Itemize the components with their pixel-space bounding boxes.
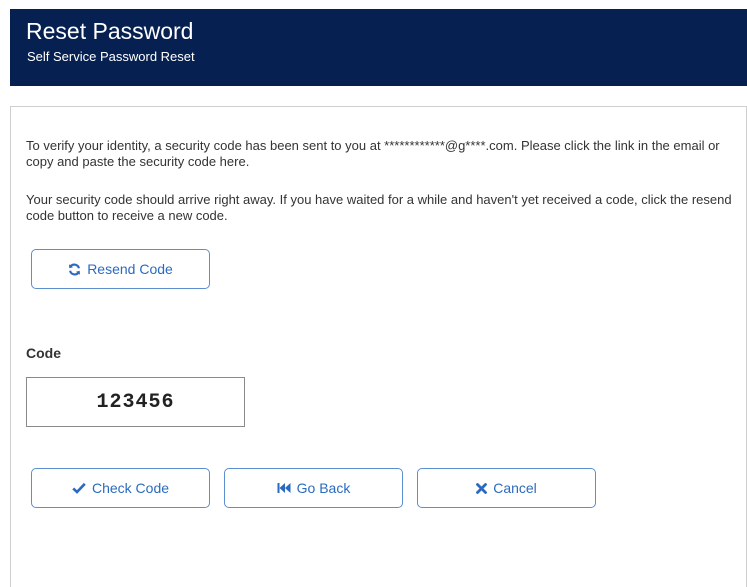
checkmark-icon	[72, 482, 86, 494]
refresh-icon	[68, 263, 81, 276]
go-back-label: Go Back	[296, 480, 351, 496]
resend-code-label: Resend Code	[87, 261, 173, 277]
page-subtitle: Self Service Password Reset	[27, 49, 195, 64]
resend-code-button[interactable]: Resend Code	[31, 249, 210, 289]
code-input[interactable]: 123456	[26, 377, 245, 427]
cancel-label: Cancel	[493, 480, 537, 496]
close-icon	[476, 482, 488, 494]
fast-backward-icon	[277, 482, 291, 494]
check-code-label: Check Code	[91, 480, 170, 496]
verify-instructions: To verify your identity, a security code…	[26, 138, 720, 169]
arrival-instructions: Your security code should arrive right a…	[26, 192, 732, 223]
page-title: Reset Password	[26, 18, 194, 44]
cancel-button[interactable]: Cancel	[417, 468, 596, 508]
reset-panel: To verify your identity, a security code…	[10, 106, 747, 587]
header-gap	[10, 86, 747, 106]
top-strip	[0, 0, 747, 9]
code-label: Code	[26, 345, 61, 361]
check-code-button[interactable]: Check Code	[31, 468, 210, 508]
go-back-button[interactable]: Go Back	[224, 468, 403, 508]
page-header: Reset Password Self Service Password Res…	[10, 9, 747, 86]
